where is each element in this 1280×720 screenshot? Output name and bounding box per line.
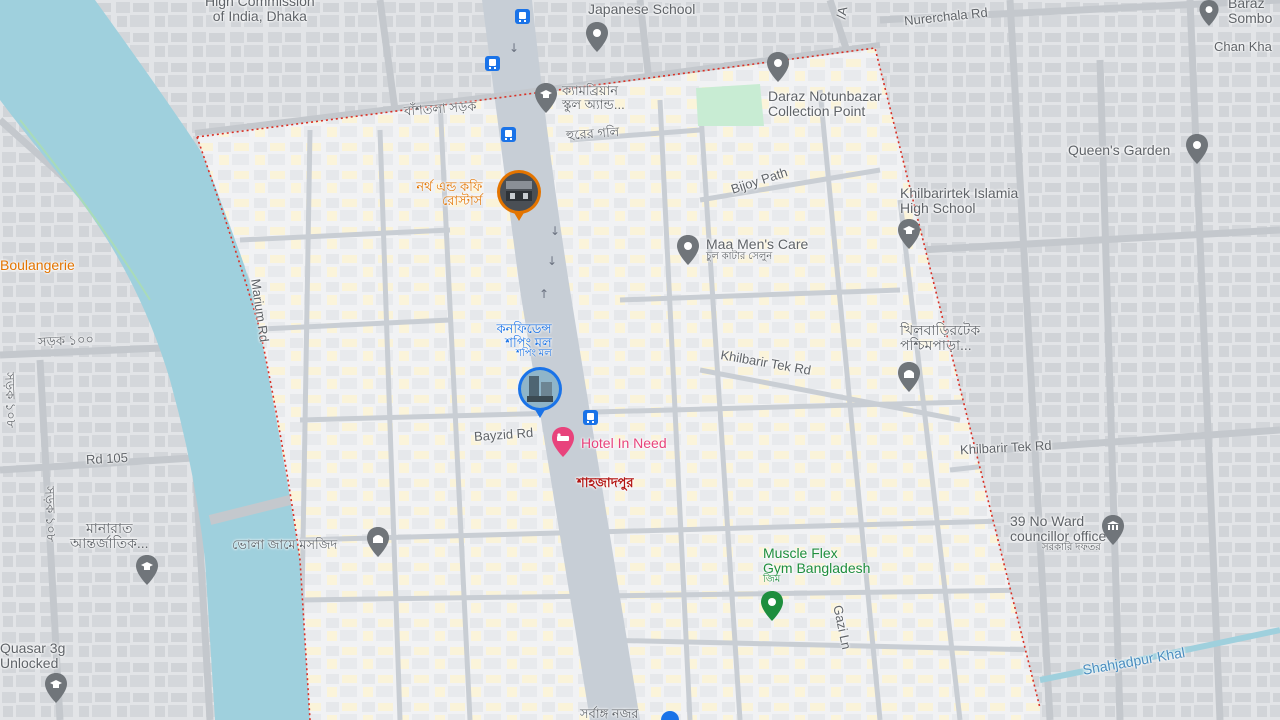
poi-boulangerie[interactable]: Boulangerie — [0, 258, 75, 273]
direction-arrow-icon: ↓ — [550, 224, 560, 238]
poi-label: Muscle Flex — [763, 545, 838, 561]
poi-label: of India, Dhaka — [212, 7, 307, 24]
poi-label: Daraz Notunbazar — [768, 88, 882, 104]
poi-label: Collection Point — [768, 102, 866, 119]
poi-japanese-school-label[interactable]: Japanese School — [588, 2, 695, 17]
direction-arrow-icon: ↓ — [509, 41, 519, 55]
poi-confidence-mall[interactable]: কনফিডেন্স শপিং মল শপিং মল — [490, 322, 552, 360]
road-label-sarak-100: সড়ক ১০০ — [37, 331, 95, 350]
poi-label: স্কুল অ্যান্ড... — [562, 96, 625, 112]
direction-arrow-icon: ↑ — [539, 287, 549, 301]
poi-label: মানারাত — [86, 520, 133, 536]
poi-subtitle: জিম — [763, 574, 781, 586]
poi-label: ক্যামব্রিয়ান — [562, 83, 619, 98]
poi-baraz-sombo[interactable]: Baraz Sombo — [1228, 0, 1272, 25]
poi-chan-kha[interactable]: Chan Kha — [1214, 40, 1272, 54]
poi-manarat[interactable]: মানারাত আন্তর্জাতিক... — [70, 521, 149, 550]
poi-muscle-flex[interactable]: Muscle Flex Gym Bangladesh জিম — [763, 546, 870, 586]
poi-subtitle: চুল কাটার সেলুন — [706, 250, 773, 262]
road-label-sarak-108: সড়ক ১০৮ — [2, 371, 19, 429]
poi-daraz-notunbazar[interactable]: Daraz Notunbazar Collection Point — [768, 89, 882, 118]
poi-label: Unlocked — [0, 654, 59, 671]
road-label-rd-105: Rd 105 — [85, 449, 129, 468]
road-label-bottom: সর্বাঙ্গ নজর — [580, 706, 639, 720]
poi-khilbarirtek-islamia[interactable]: Khilbarirtek Islamia High School — [900, 186, 1018, 215]
poi-label: খিলবাড়িরটেক — [900, 322, 981, 338]
map-canvas[interactable]: ↓ ↓ ↑ ↓ High Commission of India, Dhaka … — [0, 0, 1280, 720]
road-label-a: /A — [833, 5, 851, 21]
poi-queens-garden-label[interactable]: Queen's Garden — [1068, 143, 1170, 158]
poi-bhola-mosque-label[interactable]: ভোলা জামে মসজিদ — [232, 538, 337, 552]
poi-cambrian-school[interactable]: ক্যামব্রিয়ান স্কুল অ্যান্ড... — [562, 84, 625, 111]
poi-subtitle: সরকারি দফতর — [1042, 542, 1101, 554]
poi-label: Quasar 3g — [0, 640, 66, 656]
poi-label: High School — [900, 199, 976, 216]
poi-label: 39 No Ward — [1010, 513, 1085, 529]
poi-maa-mens-care[interactable]: Maa Men's Care চুল কাটার সেলুন — [706, 237, 808, 262]
poi-ward-office[interactable]: 39 No Ward councillor office সরকারি দফতর — [1010, 514, 1106, 554]
poi-label: পশ্চিমপাড়া... — [900, 336, 972, 353]
map-base-layer: ↓ ↓ ↑ ↓ — [0, 0, 1280, 720]
poi-label: আন্তর্জাতিক... — [70, 534, 149, 551]
poi-label: কনফিডেন্স — [496, 321, 552, 336]
poi-high-commission-india[interactable]: High Commission of India, Dhaka — [205, 0, 315, 23]
poi-quasar[interactable]: Quasar 3g Unlocked — [0, 641, 65, 670]
poi-label: নর্থ এন্ড কফি — [416, 179, 483, 194]
poi-label: Khilbarirtek Islamia — [900, 185, 1019, 201]
poi-label: Maa Men's Care — [706, 236, 809, 252]
poi-hotel-in-need-label[interactable]: Hotel In Need — [581, 436, 667, 451]
poi-label: Sombo — [1228, 9, 1273, 26]
area-label-shahjadpur: শাহজাদপুর — [577, 475, 634, 490]
poi-north-end-coffee[interactable]: নর্থ এন্ড কফি রোস্টার্স — [408, 180, 482, 207]
direction-arrow-icon: ↓ — [547, 254, 557, 268]
poi-khilbarir-west[interactable]: খিলবাড়িরটেক পশ্চিমপাড়া... — [900, 323, 980, 352]
poi-subtitle: শপিং মল — [516, 348, 552, 360]
poi-label: রোস্টার্স — [442, 192, 483, 208]
road-label-sarak-108b: সড়ক ১০৮ — [42, 485, 59, 543]
